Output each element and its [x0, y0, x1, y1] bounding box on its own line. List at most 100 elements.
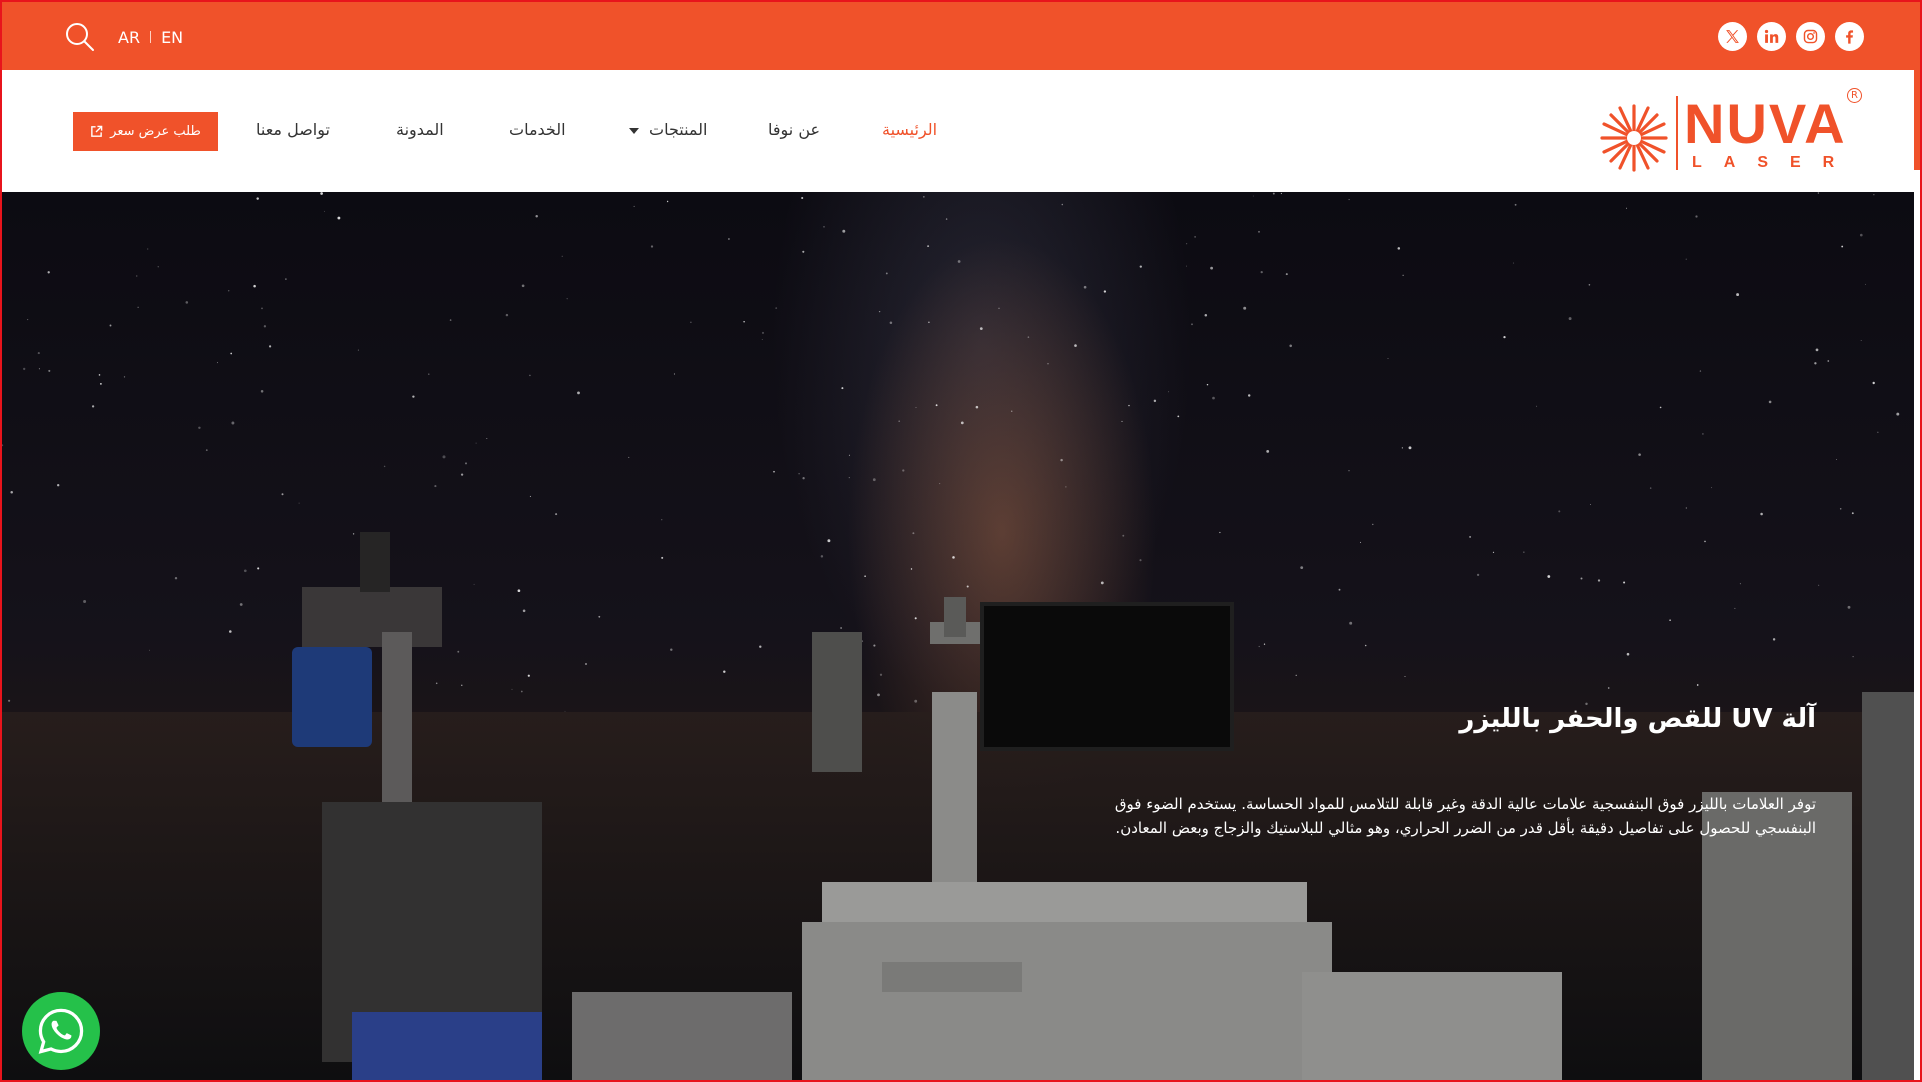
star [1736, 293, 1740, 297]
laser-machine-image [292, 532, 1914, 1080]
nav-about[interactable]: عن نوفا [768, 120, 820, 142]
logo-divider [1676, 96, 1678, 170]
lang-separator [150, 31, 152, 43]
star [412, 395, 415, 398]
nav-services[interactable]: الخدمات [509, 120, 566, 142]
star [561, 255, 563, 257]
star [915, 407, 917, 409]
star [1695, 215, 1698, 218]
nav-home[interactable]: الرئيسية [882, 120, 937, 142]
star [1074, 344, 1077, 347]
star [434, 485, 437, 488]
star [690, 321, 692, 323]
star [1514, 203, 1517, 206]
whatsapp-chat-button[interactable] [22, 992, 100, 1070]
star [1153, 399, 1157, 403]
star [1588, 284, 1591, 286]
star [773, 470, 775, 473]
star [529, 374, 531, 377]
main-header: طلب عرض سعر تواصل معنا المدونة الخدمات ا… [2, 70, 1920, 192]
star [1841, 245, 1844, 248]
star [231, 421, 235, 425]
star [198, 426, 201, 430]
star [37, 352, 40, 355]
star [939, 483, 941, 485]
star [628, 456, 630, 458]
star [1186, 243, 1188, 245]
star [1103, 290, 1107, 293]
star [57, 484, 60, 487]
star [1402, 274, 1404, 276]
star [802, 250, 805, 253]
instagram-icon[interactable] [1796, 22, 1825, 51]
scrollbar-thumb[interactable] [1914, 70, 1920, 170]
star [761, 331, 765, 334]
star [98, 374, 101, 376]
star [898, 420, 901, 423]
star [1836, 459, 1838, 460]
star [885, 272, 888, 275]
star [1814, 362, 1817, 365]
star [227, 290, 230, 292]
star [1864, 283, 1867, 285]
star [230, 352, 233, 355]
star [878, 310, 881, 313]
star [1212, 396, 1215, 400]
logo-wordmark: NUVA [1684, 92, 1847, 155]
star [1289, 344, 1292, 348]
request-quote-button[interactable]: طلب عرض سعر [73, 112, 218, 151]
browser-frame: AR EN طلب عرض سعر تواصل معنا المدونة الخ… [0, 0, 1922, 1082]
star [521, 284, 525, 288]
star [1186, 265, 1187, 267]
nav-blog[interactable]: المدونة [396, 120, 444, 142]
linkedin-icon[interactable] [1757, 22, 1786, 51]
star [83, 600, 87, 603]
star [123, 376, 126, 378]
star [1065, 486, 1067, 488]
star [650, 245, 654, 248]
star [761, 339, 763, 340]
star [357, 349, 359, 351]
star [1272, 192, 1275, 195]
star [442, 455, 446, 459]
star [383, 465, 386, 468]
star [1503, 335, 1506, 339]
nav-products[interactable]: المنتجات [629, 120, 708, 142]
nav-contact[interactable]: تواصل معنا [256, 120, 330, 142]
star [260, 390, 264, 393]
star [1401, 447, 1404, 449]
star [1285, 273, 1288, 276]
star [149, 649, 150, 651]
star [935, 404, 938, 407]
star [263, 325, 267, 328]
star [1252, 195, 1254, 197]
search-icon[interactable] [64, 21, 96, 53]
star [157, 266, 159, 268]
star [927, 245, 930, 248]
star [1659, 406, 1662, 409]
nuva-laser-logo[interactable]: NUVA LASER R [1598, 88, 1862, 174]
x-icon[interactable] [1718, 22, 1747, 51]
star [261, 307, 263, 310]
star [945, 218, 948, 220]
star [1258, 230, 1260, 233]
star [109, 324, 112, 327]
star [928, 321, 930, 324]
star [1191, 323, 1193, 326]
star [1177, 415, 1180, 418]
star [1815, 348, 1819, 352]
lang-ar-link[interactable]: AR [118, 28, 140, 47]
lang-en-link[interactable]: EN [161, 28, 183, 47]
facebook-icon[interactable] [1835, 22, 1864, 51]
star [1685, 258, 1687, 260]
request-quote-label: طلب عرض سعر [110, 124, 201, 139]
star [1536, 405, 1538, 407]
registered-mark: R [1847, 88, 1862, 103]
star [1649, 487, 1652, 489]
star [1206, 383, 1209, 386]
language-switcher: AR EN [118, 26, 183, 48]
star [137, 306, 139, 308]
star [229, 630, 232, 633]
star [1047, 363, 1049, 365]
page-scrollbar[interactable] [1914, 70, 1920, 1080]
